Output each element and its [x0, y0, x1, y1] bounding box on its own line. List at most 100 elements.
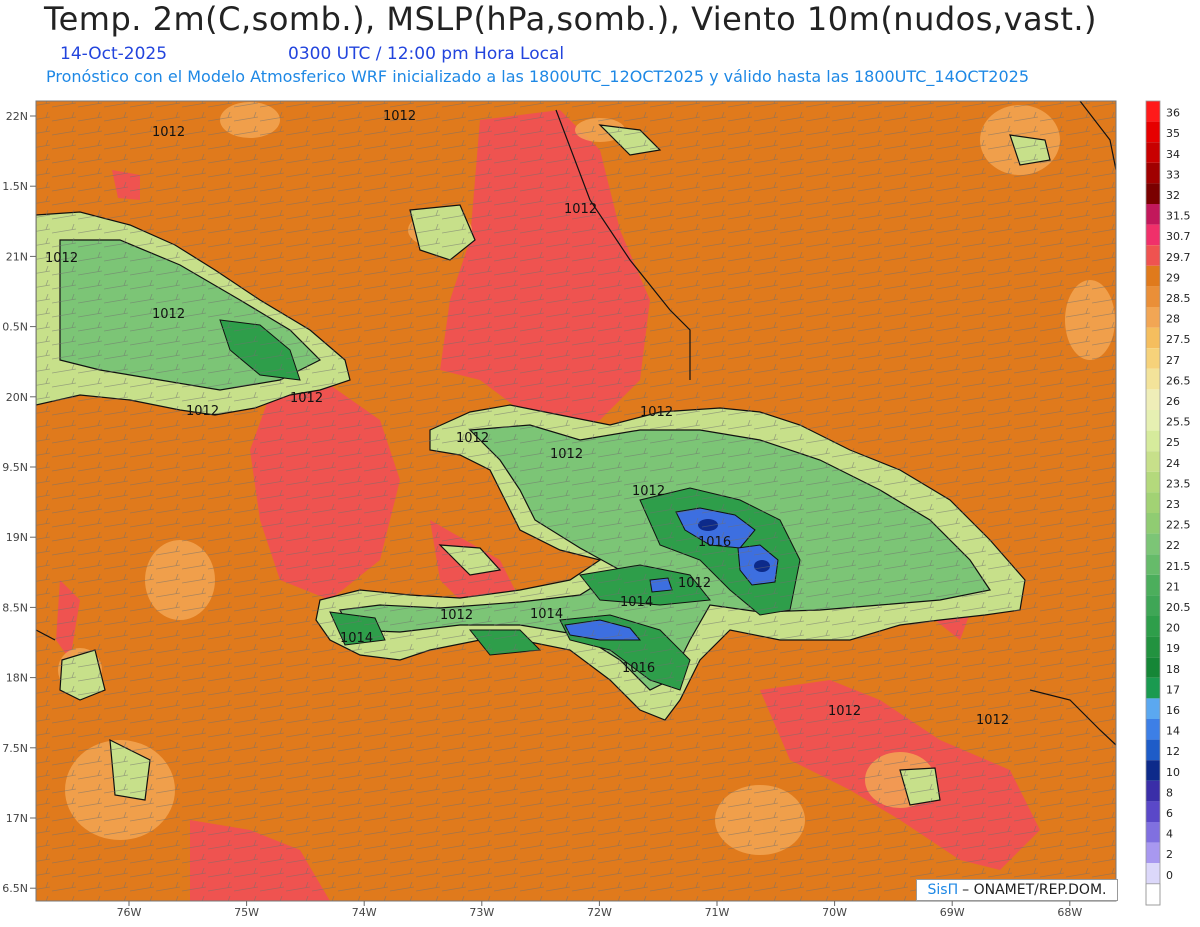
legend-label: 31.5	[1166, 210, 1191, 223]
latitude-label: 8.5N	[2, 601, 28, 614]
isobar-label: 1012	[632, 484, 665, 499]
isobar-label: 1014	[340, 631, 373, 646]
isobar-label: 1014	[620, 595, 653, 610]
legend-swatch	[1146, 760, 1160, 781]
legend-label: 29	[1166, 271, 1180, 284]
isobar-label: 1012	[45, 251, 78, 266]
legend-label: 36	[1166, 107, 1180, 120]
sispi-logo-text: SisΠ	[927, 882, 959, 898]
legend-label: 19	[1166, 642, 1180, 655]
legend-swatch	[1146, 101, 1160, 122]
longitude-label: 69W	[940, 906, 965, 919]
latitude-label: 19N	[6, 531, 28, 544]
legend-label: 30.7	[1166, 230, 1191, 243]
longitude-label: 76W	[117, 906, 142, 919]
legend-label: 20.5	[1166, 601, 1191, 614]
wind-barbs-overlay	[36, 101, 1116, 901]
legend-swatch	[1146, 204, 1160, 225]
legend-label: 28	[1166, 313, 1180, 326]
legend-label: 27.5	[1166, 333, 1191, 346]
legend-label: 20	[1166, 622, 1180, 635]
latitude-label: 21N	[6, 250, 28, 263]
isobar-label: 1012	[440, 608, 473, 623]
legend-swatch	[1146, 657, 1160, 678]
legend-swatch	[1146, 471, 1160, 493]
legend-label: 22.5	[1166, 519, 1191, 532]
legend-swatch	[1145, 883, 1161, 906]
legend-label: 12	[1166, 745, 1180, 758]
latitude-axis: 22N 1.5N 21N 0.5N 20N 9.5N 19N 8.5N 18N 7.5N 17N 6.…	[2, 110, 36, 895]
legend-swatch	[1146, 698, 1160, 719]
legend-swatch	[1146, 307, 1160, 328]
legend-swatch	[1146, 822, 1160, 843]
legend-swatch	[1146, 863, 1160, 884]
latitude-label: 22N	[6, 110, 28, 123]
credit-text: – ONAMET/REP.DOM.	[962, 882, 1107, 898]
isobar-label: 1012	[290, 391, 323, 406]
legend-label: 29.7	[1166, 251, 1191, 264]
isobar-label: 1012	[564, 202, 597, 217]
longitude-label: 73W	[469, 906, 494, 919]
legend-swatch	[1146, 574, 1160, 596]
legend-swatch	[1146, 739, 1160, 761]
latitude-label: 0.5N	[2, 321, 28, 334]
longitude-label: 70W	[822, 906, 847, 919]
isobar-label: 1012	[456, 431, 489, 446]
legend-swatch	[1146, 513, 1160, 534]
map-plot-area	[36, 101, 1116, 901]
legend-label: 21.5	[1166, 560, 1191, 573]
longitude-axis: 76W 75W 74W 73W 72W 71W 70W 69W 68W	[117, 901, 1082, 919]
legend-swatch	[1146, 719, 1160, 740]
latitude-label: 17N	[6, 812, 28, 825]
legend-label: 6	[1166, 807, 1173, 820]
isobar-label: 1012	[186, 404, 219, 419]
source-credit: SisΠ – ONAMET/REP.DOM.	[916, 879, 1118, 901]
legend-swatch	[1146, 554, 1160, 575]
legend-label: 28.5	[1166, 292, 1191, 305]
legend-swatch	[1146, 451, 1160, 472]
isobar-label: 1016	[622, 661, 655, 676]
legend-label: 22	[1166, 539, 1180, 552]
temperature-color-legend: 363534333231.530.729.72928.52827.52726.5…	[1145, 100, 1191, 906]
latitude-label: 9.5N	[2, 461, 28, 474]
legend-swatch	[1146, 677, 1160, 699]
isobar-label: 1012	[383, 109, 416, 124]
legend-swatch	[1146, 286, 1160, 307]
legend-label: 2	[1166, 848, 1173, 861]
legend-label: 25	[1166, 436, 1180, 449]
legend-label: 14	[1166, 725, 1180, 738]
legend-label: 10	[1166, 766, 1180, 779]
isobar-label: 1012	[550, 447, 583, 462]
isobar-label: 1016	[698, 535, 731, 550]
legend-label: 21	[1166, 580, 1180, 593]
isobar-label: 1012	[828, 704, 861, 719]
legend-swatch	[1146, 636, 1160, 658]
legend-swatch	[1146, 492, 1160, 513]
isobar-label: 1012	[152, 307, 185, 322]
legend-swatch	[1146, 780, 1160, 802]
legend-swatch	[1146, 533, 1160, 555]
longitude-label: 74W	[352, 906, 377, 919]
legend-swatch	[1146, 121, 1160, 143]
legend-label: 4	[1166, 828, 1173, 841]
legend-label: 24	[1166, 457, 1180, 470]
legend-swatch	[1146, 595, 1160, 616]
legend-label: 0	[1166, 869, 1173, 882]
legend-label: 23	[1166, 498, 1180, 511]
isobar-label: 1014	[530, 607, 563, 622]
legend-swatch	[1146, 183, 1160, 204]
legend-label: 32	[1166, 189, 1180, 202]
legend-swatch	[1146, 801, 1160, 822]
latitude-label: 20N	[6, 391, 28, 404]
legend-swatch	[1146, 389, 1160, 410]
legend-swatch	[1146, 410, 1160, 431]
legend-swatch	[1146, 224, 1160, 246]
legend-label: 35	[1166, 127, 1180, 140]
legend-swatch	[1146, 842, 1160, 864]
legend-label: 23.5	[1166, 477, 1191, 490]
legend-swatch	[1146, 430, 1160, 452]
legend-label: 26.5	[1166, 374, 1191, 387]
latitude-label: 1.5N	[2, 180, 28, 193]
longitude-label: 68W	[1057, 906, 1082, 919]
weather-map: 1012101210121012101210121012101210121012…	[2, 100, 1191, 919]
